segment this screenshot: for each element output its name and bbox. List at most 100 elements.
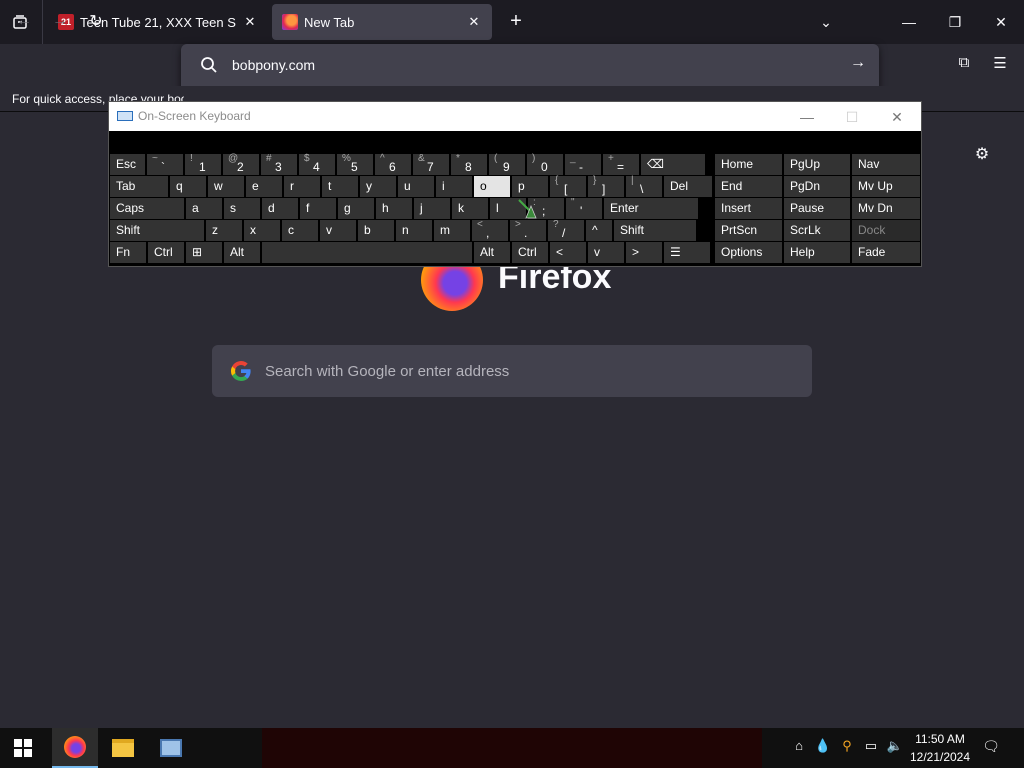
go-arrow-icon[interactable]: → [848, 54, 868, 74]
osk-key-mv-up[interactable]: Mv Up [852, 176, 920, 197]
osk-key-e[interactable]: e [246, 176, 282, 197]
osk-key-sym[interactable]: < [550, 242, 586, 263]
osk-key-insert[interactable]: Insert [715, 198, 782, 219]
osk-key-prtscn[interactable]: PrtScn [715, 220, 782, 241]
taskbar-file-explorer[interactable] [100, 728, 146, 768]
osk-key-sym[interactable]: ⊞ [186, 242, 222, 263]
osk-key-alt[interactable]: Alt [224, 242, 260, 263]
osk-key-r[interactable]: r [284, 176, 320, 197]
key-icon[interactable]: ⚲ [838, 738, 856, 754]
back-arrow-icon[interactable]: ← [11, 8, 37, 34]
osk-key-pgdn[interactable]: PgDn [784, 176, 850, 197]
osk-key-p[interactable]: p [512, 176, 548, 197]
osk-key-end[interactable]: End [715, 176, 782, 197]
osk-key-h[interactable]: h [376, 198, 412, 219]
osk-key-del[interactable]: Del [664, 176, 712, 197]
osk-key-v[interactable]: v [588, 242, 624, 263]
window-close-icon[interactable]: ✕ [978, 0, 1024, 44]
taskbar-firefox[interactable] [52, 728, 98, 768]
osk-key-sym[interactable]: > [626, 242, 662, 263]
osk-key-v[interactable]: v [320, 220, 356, 241]
osk-key-u[interactable]: u [398, 176, 434, 197]
osk-key-help[interactable]: Help [784, 242, 850, 263]
osk-key-ctrl[interactable]: Ctrl [148, 242, 184, 263]
tab-close-icon[interactable]: ✕ [242, 14, 258, 30]
tab-close-icon[interactable]: ✕ [466, 14, 482, 30]
osk-key-f[interactable]: f [300, 198, 336, 219]
osk-key-w[interactable]: w [208, 176, 244, 197]
osk-key-y[interactable]: y [360, 176, 396, 197]
taskbar-remote-app[interactable] [148, 728, 194, 768]
osk-key-sym[interactable]: {[ [550, 175, 586, 197]
clock-date[interactable]: 12/21/2024 [907, 750, 973, 764]
url-input[interactable]: bobpony.com [232, 57, 315, 73]
osk-key-c[interactable]: c [282, 220, 318, 241]
osk-key-enter[interactable]: Enter [604, 198, 698, 219]
osk-key-m[interactable]: m [434, 220, 470, 241]
osk-key-dock[interactable]: Dock [852, 220, 920, 241]
osk-key-o[interactable]: o [474, 176, 510, 197]
osk-key-2[interactable]: @2 [223, 153, 259, 175]
osk-key-options[interactable]: Options [715, 242, 782, 263]
new-tab-plus-icon[interactable]: + [504, 10, 528, 34]
osk-key-i[interactable]: i [436, 176, 472, 197]
osk-key-4[interactable]: $4 [299, 153, 335, 175]
osk-key-nav[interactable]: Nav [852, 154, 920, 175]
osk-key-0[interactable]: ) 0 [527, 153, 563, 175]
gear-icon[interactable]: ⚙ [972, 144, 992, 164]
tab-teen-tube[interactable]: 21 Teen Tube 21, XXX Teen Sex, Co ✕ [48, 4, 268, 40]
osk-key-g[interactable]: g [338, 198, 374, 219]
notification-icon[interactable]: 🗨 [980, 738, 1002, 758]
osk-key-pause[interactable]: Pause [784, 198, 850, 219]
minimize-icon[interactable]: — [886, 0, 932, 44]
tab-new-tab[interactable]: New Tab ✕ [272, 4, 492, 40]
start-button[interactable] [0, 728, 46, 768]
clock-time[interactable]: 11:50 AM [912, 732, 968, 746]
osk-maximize-icon[interactable]: ☐ [837, 106, 867, 128]
osk-key-a[interactable]: a [186, 198, 222, 219]
osk-key-k[interactable]: k [452, 198, 488, 219]
osk-key-sym[interactable]: " ' [566, 197, 602, 219]
osk-key-z[interactable]: z [206, 220, 242, 241]
osk-key-shift[interactable]: Shift [110, 220, 204, 241]
osk-key-sym[interactable]: ~ ` [147, 153, 183, 175]
osk-key-n[interactable]: n [396, 220, 432, 241]
osk-key-caps[interactable]: Caps [110, 198, 184, 219]
osk-key-sym[interactable]: ? / [548, 219, 584, 241]
osk-key-fn[interactable]: Fn [110, 242, 146, 263]
hamburger-menu-icon[interactable]: ☰ [990, 54, 1010, 74]
osk-key-s[interactable]: s [224, 198, 260, 219]
osk-key-t[interactable]: t [322, 176, 358, 197]
osk-key-mv-dn[interactable]: Mv Dn [852, 198, 920, 219]
osk-key-sym[interactable]: _ - [565, 153, 601, 175]
osk-key-sym[interactable]: ☰ [664, 242, 710, 263]
osk-key-8[interactable]: * 8 [451, 153, 487, 175]
chevron-down-icon[interactable]: ⌄ [814, 10, 838, 34]
osk-key-sym[interactable]: <, [472, 219, 508, 241]
osk-key-sym[interactable]: | \ [626, 175, 662, 197]
osk-key-alt[interactable]: Alt [474, 242, 510, 263]
volume-muted-icon[interactable]: 🔈 [886, 738, 904, 754]
osk-key-home[interactable]: Home [715, 154, 782, 175]
network-icon[interactable]: ▭ [862, 738, 880, 754]
osk-key-x[interactable]: x [244, 220, 280, 241]
osk-key-1[interactable]: ! 1 [185, 153, 221, 175]
osk-key-scrlk[interactable]: ScrLk [784, 220, 850, 241]
osk-key-key[interactable] [262, 242, 472, 263]
osk-key-6[interactable]: ^ 6 [375, 153, 411, 175]
osk-key-9[interactable]: (9 [489, 153, 525, 175]
osk-key-esc[interactable]: Esc [110, 154, 145, 175]
osk-key-fade[interactable]: Fade [852, 242, 920, 263]
osk-key-q[interactable]: q [170, 176, 206, 197]
osk-key-j[interactable]: j [414, 198, 450, 219]
reload-icon[interactable]: ↻ [83, 8, 109, 34]
search-placeholder[interactable]: Search with Google or enter address [265, 363, 509, 380]
osk-key-sym[interactable]: ^ [586, 220, 612, 241]
osk-key-b[interactable]: b [358, 220, 394, 241]
osk-key-tab[interactable]: Tab [110, 176, 168, 197]
osk-key-sym[interactable]: }] [588, 175, 624, 197]
restore-icon[interactable]: ❐ [932, 0, 978, 44]
osk-key-7[interactable]: & 7 [413, 153, 449, 175]
osk-key-shift[interactable]: Shift [614, 220, 696, 241]
network-device-icon[interactable]: ⌂ [790, 738, 808, 753]
